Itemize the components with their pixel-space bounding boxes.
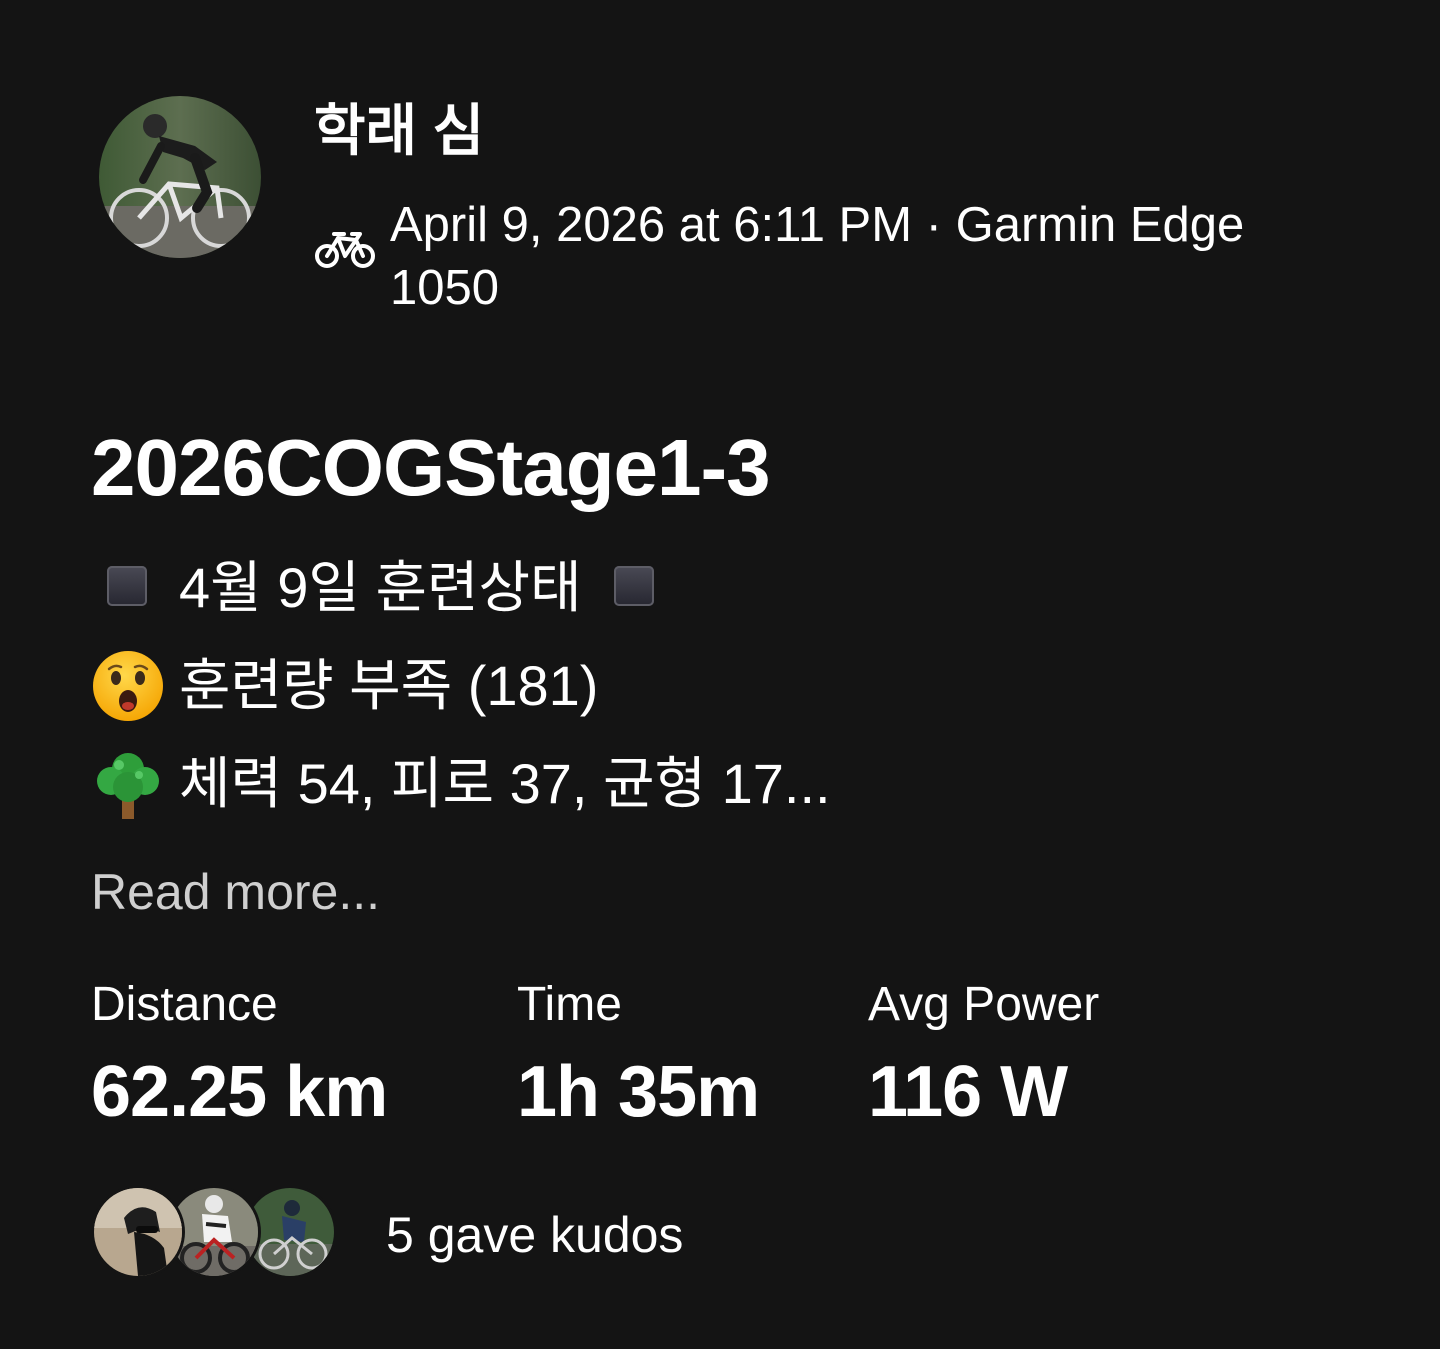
bike-icon (315, 232, 375, 268)
description-line-3-text: 체력 54, 피로 37, 균형 17... (179, 752, 831, 815)
activity-card: 학래 심 April 9, 2026 at 6:11 PM · Garmin E… (0, 0, 1440, 1349)
stat-avg-power: Avg Power 116 W (868, 974, 1099, 1140)
description-line-3: 체력 54, 피로 37, 균형 17... (91, 744, 831, 824)
read-more-link[interactable]: Read more... (91, 860, 380, 924)
black-square-icon (613, 566, 654, 607)
kudos-avatar[interactable] (246, 1188, 334, 1276)
astonished-face-icon (91, 649, 165, 723)
kudos-avatar[interactable] (94, 1188, 182, 1276)
stat-value: 1h 35m (517, 1052, 760, 1132)
athlete-avatar[interactable] (99, 96, 261, 258)
stat-value: 116 W (868, 1052, 1068, 1132)
description-line-1: 4월 9일 훈련상태 (91, 548, 654, 628)
stat-time: Time 1h 35m (517, 974, 760, 1140)
tree-icon (91, 747, 165, 821)
description-line-1-text: 4월 9일 훈련상태 (179, 556, 582, 619)
activity-date-device: April 9, 2026 at 6:11 PM · Garmin Edge 1… (390, 198, 1245, 315)
stat-distance: Distance 62.25 km (91, 974, 388, 1140)
stat-value: 62.25 km (91, 1052, 388, 1132)
black-square-icon (107, 566, 147, 607)
athlete-name[interactable]: 학래 심 (314, 96, 484, 166)
activity-title[interactable]: 2026COGStage1-3 (91, 422, 771, 514)
stat-label: Time (517, 978, 622, 1031)
description-line-2: 훈련량 부족 (181) (91, 646, 598, 726)
stat-label: Avg Power (868, 978, 1100, 1031)
kudos-avatars[interactable] (94, 1188, 334, 1278)
kudos-count[interactable]: 5 gave kudos (386, 1203, 683, 1267)
kudos-avatar[interactable] (170, 1188, 258, 1276)
stat-label: Distance (91, 978, 278, 1031)
cyclist-photo-icon (99, 96, 261, 258)
description-line-2-text: 훈련량 부족 (181) (179, 654, 599, 717)
